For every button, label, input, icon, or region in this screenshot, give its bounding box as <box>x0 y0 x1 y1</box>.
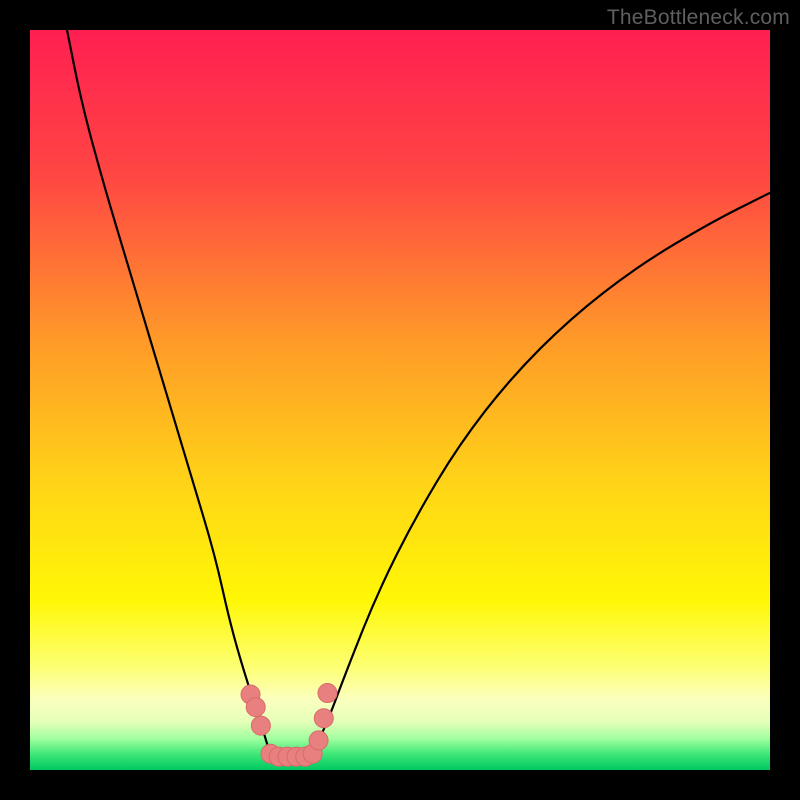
sample-point <box>309 731 328 750</box>
sample-point <box>246 698 265 717</box>
sample-point <box>314 709 333 728</box>
plot-area <box>30 30 770 770</box>
chart-frame: TheBottleneck.com <box>0 0 800 800</box>
chart-svg <box>30 30 770 770</box>
sample-point <box>251 716 270 735</box>
gradient-background <box>30 30 770 770</box>
sample-point <box>318 684 337 703</box>
watermark-text: TheBottleneck.com <box>607 6 790 30</box>
